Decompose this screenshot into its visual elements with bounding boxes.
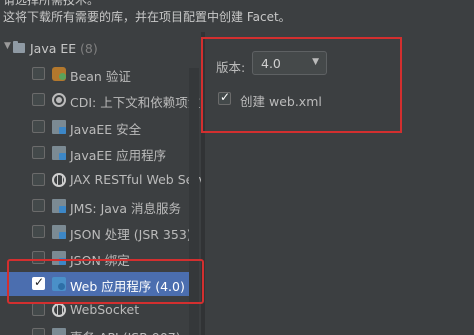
tree-item-label: Bean 验证 (70, 69, 131, 84)
tree-item-label: WebSocket (70, 302, 140, 317)
tree-group-count: (8) (80, 41, 98, 56)
checkbox[interactable] (32, 67, 45, 80)
tree-item-label: JAX RESTful Web Services (70, 172, 201, 187)
tree-item-jms[interactable]: JMS: Java 消息服务 (0, 194, 189, 218)
tree-item-label: JSON 处理 (JSR 353) (70, 227, 192, 242)
tree-item-jax-rs[interactable]: JAX RESTful Web Services (0, 168, 201, 192)
checkbox[interactable] (32, 303, 45, 316)
file-icon (52, 146, 66, 160)
checkbox[interactable] (32, 328, 45, 335)
checkbox[interactable] (32, 120, 45, 133)
tree-group-javaee[interactable]: ▼ Java EE (8) (0, 38, 189, 58)
tree-item-label: JavaEE 应用程序 (70, 148, 167, 163)
file-icon (52, 199, 66, 213)
expand-arrow-icon[interactable]: ▼ (4, 41, 11, 51)
header-description: 这将下载所有需要的库，并在项目配置中创建 Facet。 (3, 10, 291, 24)
checkbox[interactable] (32, 225, 45, 238)
tree-item-javaee-application[interactable]: JavaEE 应用程序 (0, 141, 189, 165)
globe-icon (52, 303, 66, 317)
header-instruction: 请选择所需技术。 (3, 0, 100, 7)
tree-item-cdi[interactable]: CDI: 上下文和依赖项注入 (0, 88, 201, 112)
tree-item-transaction-api[interactable]: 事务 API (JSR 907) (0, 323, 189, 335)
checkbox[interactable] (32, 146, 45, 159)
globe-icon (52, 173, 66, 187)
bean-validation-icon (52, 67, 66, 81)
tree-group-label: Java EE (30, 41, 77, 56)
file-icon (52, 120, 66, 134)
dialog-header: 请选择所需技术。 这将下载所有需要的库，并在项目配置中创建 Facet。 (0, 0, 474, 32)
file-icon (52, 225, 66, 239)
checkbox[interactable] (32, 199, 45, 212)
checkbox[interactable] (32, 173, 45, 186)
tree-item-label: JMS: Java 消息服务 (70, 201, 181, 216)
file-icon (52, 328, 66, 335)
tree-item-json-processing[interactable]: JSON 处理 (JSR 353) (0, 220, 192, 244)
tree-item-javaee-security[interactable]: JavaEE 安全 (0, 115, 189, 139)
tree-item-label: 事务 API (JSR 907) (70, 327, 181, 335)
tree-item-bean-validation[interactable]: Bean 验证 (0, 62, 189, 86)
highlight-box-settings (201, 37, 402, 133)
highlight-box-web-application (7, 259, 204, 304)
checkbox[interactable] (32, 93, 45, 106)
folder-icon (13, 41, 25, 53)
cdi-icon (52, 93, 66, 107)
tree-item-label: JavaEE 安全 (70, 122, 142, 137)
tree-item-label: CDI: 上下文和依赖项注入 (70, 95, 201, 110)
